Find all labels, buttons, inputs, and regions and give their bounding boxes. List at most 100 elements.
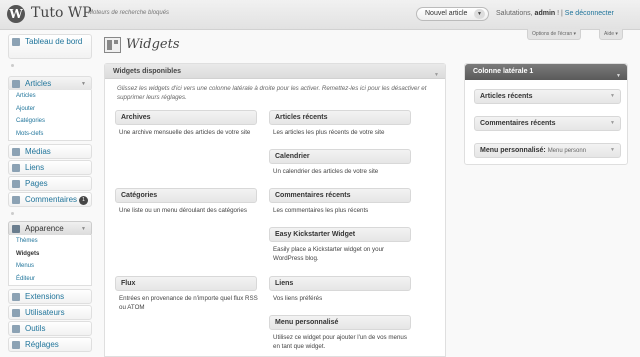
admin-header: W Tuto WP Moteurs de recherche bloqués N… [0,0,640,30]
widgets-page-icon [104,37,121,53]
appearance-submenu: Thèmes Widgets Menus Éditeur [8,235,92,286]
sidebar-item-label: Tableau de bord [25,37,83,46]
widget-categories[interactable]: Catégories [115,188,257,203]
chevron-down-icon[interactable]: ▼ [610,117,615,130]
articles-submenu: Articles Ajouter Catégories Mots-clefs [8,90,92,141]
tools-icon [12,325,20,333]
sidebar-item-extensions[interactable]: Extensions [8,289,92,304]
widget-archives[interactable]: Archives [115,110,257,125]
site-tagline: Moteurs de recherche bloqués [88,10,170,16]
user-links: Salutations, admin ! | Se déconnecter [496,10,614,17]
chevron-down-icon[interactable]: ▼ [79,80,88,88]
chevron-down-icon[interactable]: ▼ [79,225,88,233]
separator-text: ! | [557,10,563,17]
settings-icon [12,341,20,349]
help-tab[interactable]: Aide ▾ [599,29,623,40]
pin-icon [12,80,20,88]
submenu-item-articles[interactable]: Articles [9,90,91,103]
sidebar-item-tools[interactable]: Outils [8,321,92,336]
page-icon [12,180,20,188]
widget-description: Utilisez ce widget pour ajouter l'un de … [273,334,407,350]
users-icon [12,309,20,317]
sidebar-item-dashboard[interactable]: Tableau de bord [8,34,92,59]
sidebar-item-label: Commentaires [25,195,78,204]
submenu-item-themes[interactable]: Thèmes [9,235,91,248]
sidebar-widget-label: Articles récents [480,93,533,100]
widget-description: Les articles les plus récents de votre s… [273,129,385,136]
widget-description: Les commentaires les plus récents [273,207,369,214]
widget-description: Une archive mensuelle des articles de vo… [119,129,251,136]
widget-calendar[interactable]: Calendrier [269,149,411,164]
sidebar-item-label: Apparence [25,224,64,233]
chevron-down-icon[interactable]: ▼ [610,90,615,103]
comment-count-badge: 1 [79,196,88,205]
available-widgets-header[interactable]: Widgets disponibles ▼ [105,64,445,79]
submenu-item-editor[interactable]: Éditeur [9,273,91,286]
widget-recent-articles[interactable]: Articles récents [269,110,411,125]
sidebar-item-label: Liens [25,163,45,172]
sidebar-item-label: Médias [25,147,51,156]
sidebar-item-label: Pages [25,179,48,188]
chevron-down-icon[interactable]: ▼ [616,68,621,84]
sidebar-1-header[interactable]: Colonne latérale 1 ▼ [465,64,627,80]
chevron-down-icon[interactable]: ▼ [610,144,615,157]
available-widgets-panel: Widgets disponibles ▼ Glissez les widget… [104,63,446,357]
dashboard-icon [12,38,20,46]
greeting-text: Salutations, [496,10,533,17]
sidebar-widget-label: Commentaires récents [480,120,556,127]
widget-description: Une liste ou un menu déroulant des catég… [119,207,247,214]
available-widgets-title: Widgets disponibles [113,68,181,75]
link-icon [12,164,20,172]
submenu-item-widgets[interactable]: Widgets [9,248,91,261]
widget-description: Un calendrier des articles de votre site [273,168,379,175]
username-link[interactable]: admin [535,10,556,17]
sidebar-1-title: Colonne latérale 1 [473,68,534,75]
new-article-button[interactable]: Nouvel article ▼ [416,7,489,21]
widget-links[interactable]: Liens [269,276,411,291]
sidebar-item-articles[interactable]: Articles ▼ [8,76,92,91]
sidebar-item-users[interactable]: Utilisateurs [8,305,92,320]
sidebar-widget-recent-comments[interactable]: Commentaires récents ▼ [474,116,621,131]
sidebar-widget-custom-menu[interactable]: Menu personnalisé: Menu personn ▼ [474,143,621,158]
submenu-item-menus[interactable]: Menus [9,260,91,273]
chevron-down-icon[interactable]: ▼ [474,9,485,19]
sidebar-item-comments[interactable]: Commentaires 1 [8,192,92,207]
page-title: Widgets [126,37,180,52]
screen-options-label: Options de l'écran [532,31,573,37]
submenu-item-categories[interactable]: Catégories [9,115,91,128]
screen-options-tab[interactable]: Options de l'écran ▾ [527,29,582,40]
new-article-label: Nouvel article [425,10,468,17]
menu-separator [11,64,14,67]
sidebar-item-label: Outils [25,324,46,333]
appearance-icon [12,225,20,233]
widget-easy-kickstarter[interactable]: Easy Kickstarter Widget [269,227,411,242]
help-label: Aide [604,31,615,37]
sidebar-item-label: Extensions [25,292,65,301]
sidebar-widget-recent-articles[interactable]: Articles récents ▼ [474,89,621,104]
widget-custom-menu[interactable]: Menu personnalisé [269,315,411,330]
sidebar-widget-sublabel: Menu personn [547,148,587,154]
site-title[interactable]: Tuto WP [31,5,92,21]
plugin-icon [12,293,20,301]
chevron-down-icon[interactable]: ▼ [434,68,439,83]
logout-link[interactable]: Se déconnecter [565,10,614,17]
sidebar-item-label: Utilisateurs [25,308,65,317]
submenu-item-add[interactable]: Ajouter [9,103,91,116]
sidebar-item-pages[interactable]: Pages [8,176,92,191]
widget-description: Vos liens préférés [273,295,323,302]
sidebar-item-appearance[interactable]: Apparence ▼ [8,221,92,236]
widget-description: Easily place a Kickstarter widget on you… [273,246,385,262]
widget-recent-comments[interactable]: Commentaires récents [269,188,411,203]
sidebar-item-medias[interactable]: Médias [8,144,92,159]
submenu-item-tags[interactable]: Mots-clefs [9,128,91,141]
media-icon [12,148,20,156]
menu-separator [11,212,14,215]
sidebar-item-links[interactable]: Liens [8,160,92,175]
sidebar-item-label: Réglages [25,340,59,349]
sidebar-widget-label: Menu personnalisé: [480,147,546,154]
available-widgets-description: Glissez les widgets d'ici vers une colon… [117,85,427,101]
widget-feed[interactable]: Flux [115,276,257,291]
wordpress-logo-icon[interactable]: W [7,5,25,23]
sidebar-item-settings[interactable]: Réglages [8,337,92,352]
sidebar-item-label: Articles [25,79,52,88]
